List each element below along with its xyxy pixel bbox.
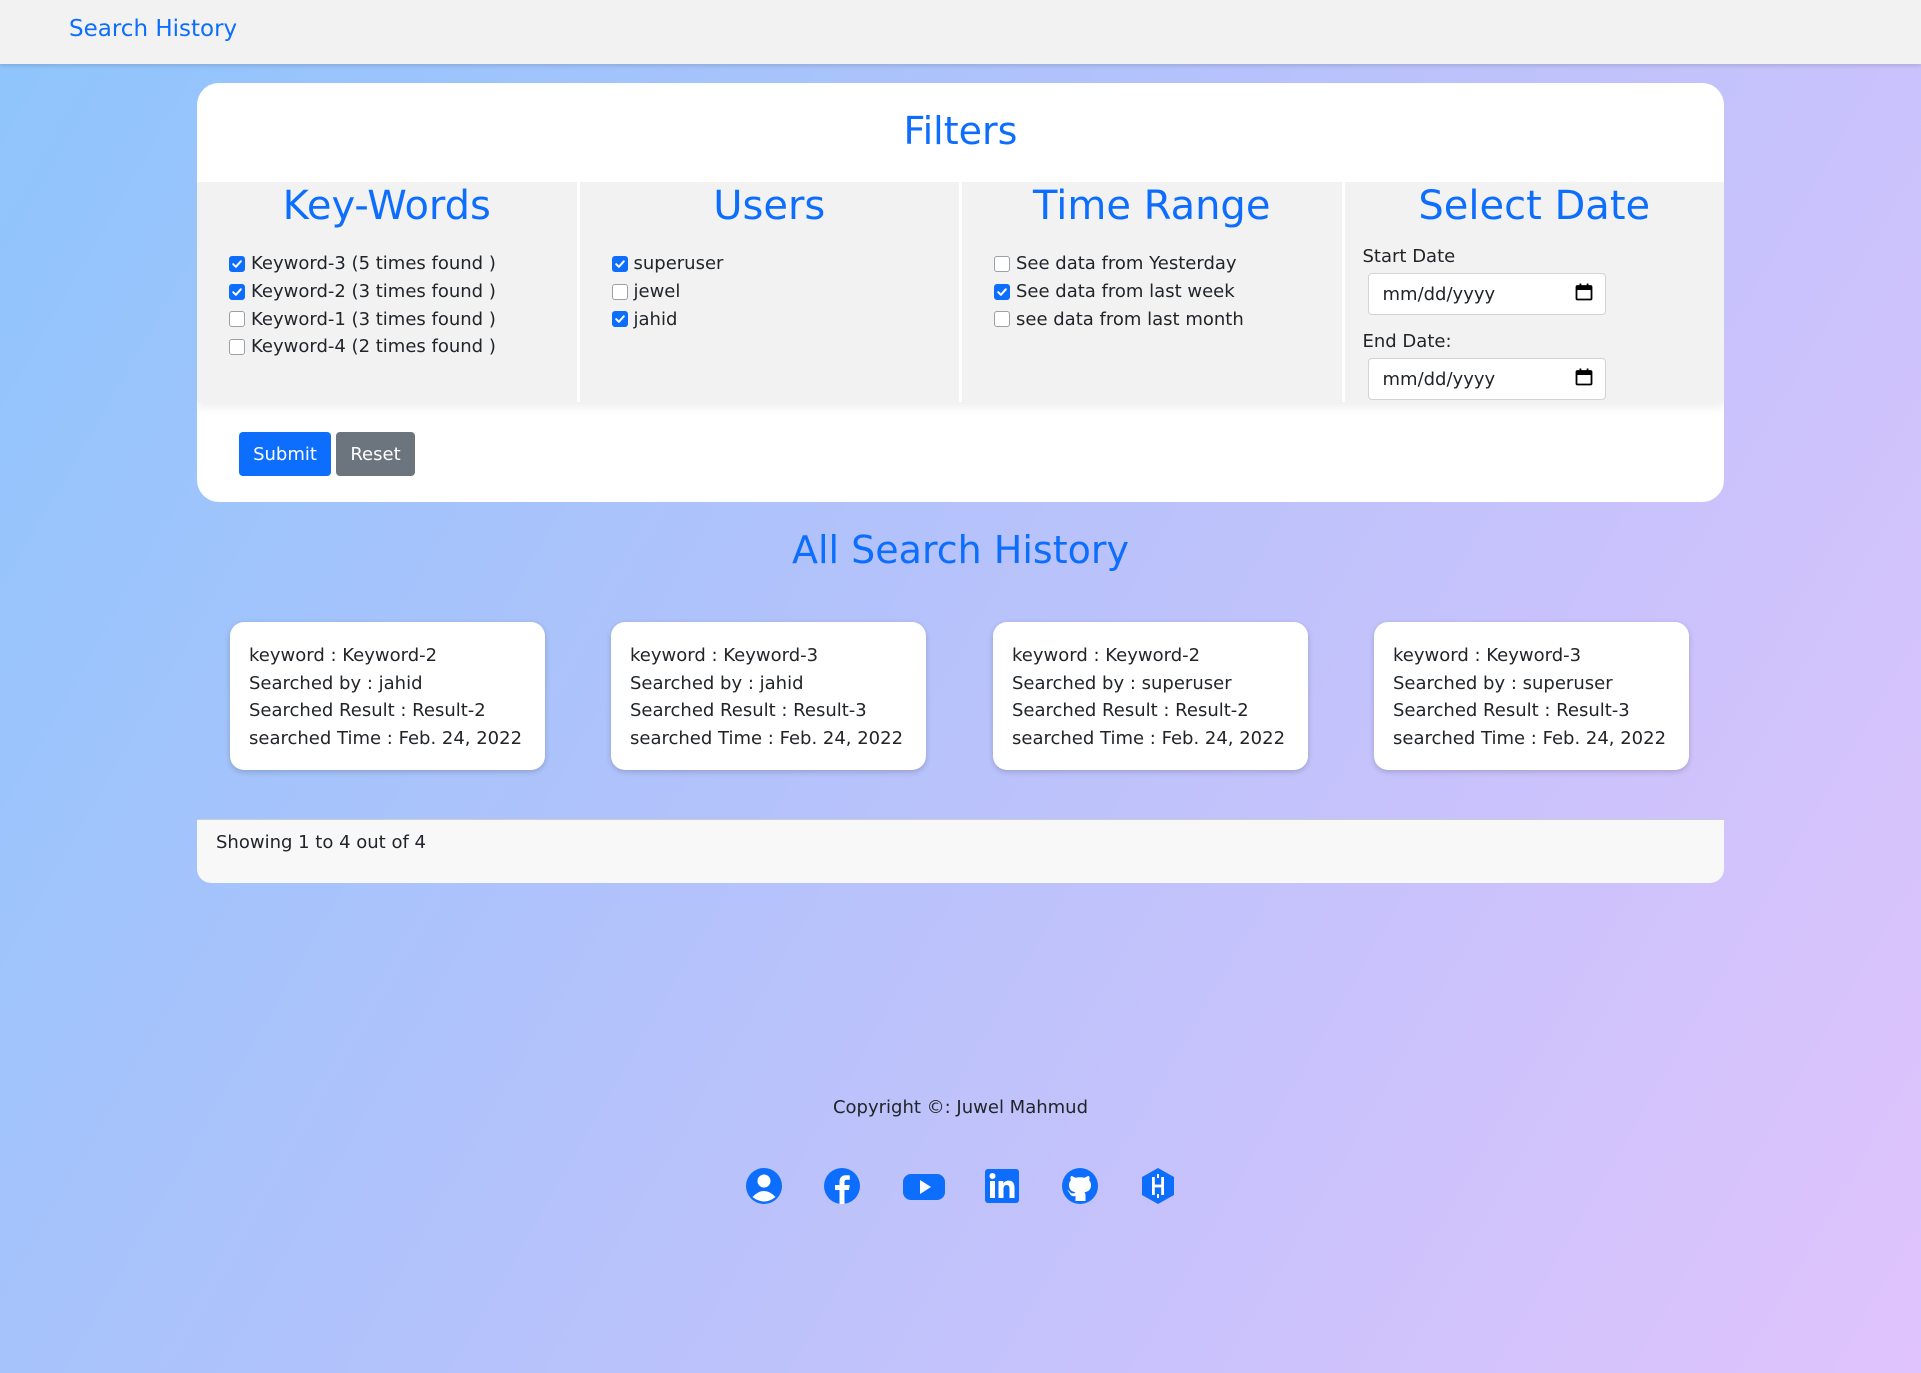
filter-row: Key-Words Keyword-3 (5 times found ) Key… (197, 182, 1724, 402)
option-label: See data from Yesterday (1016, 253, 1237, 275)
history-card: keyword : Keyword-2 Searched by : jahid … (230, 622, 545, 770)
user-checkbox[interactable] (611, 283, 628, 300)
filter-card: Filters Key-Words Keyword-3 (5 times fou… (197, 83, 1724, 502)
card-time: searched Time : Feb. 24, 2022 (249, 728, 523, 750)
hashnode-icon[interactable] (1138, 1166, 1182, 1210)
time-range-checkbox[interactable] (994, 255, 1010, 272)
card-searched-by: Searched by : jahid (630, 672, 804, 694)
keyword-option[interactable]: Keyword-3 (5 times found ) (229, 250, 577, 278)
user-checkbox[interactable] (611, 311, 628, 328)
card-result: Searched Result : Result-3 (630, 700, 867, 722)
keyword-checkbox[interactable] (229, 311, 245, 328)
card-keyword: keyword : Keyword-2 (1012, 645, 1201, 666)
submit-button[interactable]: Submit (239, 432, 331, 476)
end-date-input[interactable]: mm/dd/yyyy (1367, 358, 1606, 400)
reset-button[interactable]: Reset (336, 432, 415, 476)
keyword-option[interactable]: Keyword-1 (3 times found ) (229, 305, 577, 333)
option-label: jahid (633, 308, 678, 330)
time-range-option[interactable]: See data from Yesterday (994, 250, 1342, 278)
keywords-filter: Key-Words Keyword-3 (5 times found ) Key… (197, 182, 577, 402)
time-range-checkbox[interactable] (994, 283, 1010, 300)
user-options: superuser jewel jahid (611, 250, 960, 333)
profile-icon[interactable] (744, 1166, 788, 1210)
time-range-title: Time Range (1033, 183, 1271, 229)
card-searched-by: Searched by : superuser (1393, 672, 1613, 694)
users-title: Users (713, 183, 826, 229)
select-date-filter: Select Date Start Date mm/dd/yyyy End Da… (1344, 182, 1724, 402)
copyright-text: Copyright ©: Juwel Mahmud (832, 1097, 1089, 1118)
calendar-icon[interactable] (1575, 283, 1593, 306)
start-date-input[interactable]: mm/dd/yyyy (1367, 273, 1606, 315)
user-option[interactable]: jahid (611, 305, 960, 333)
keyword-checkbox[interactable] (229, 338, 245, 355)
keyword-checkbox[interactable] (229, 255, 245, 272)
top-navbar: Search History (0, 0, 1921, 64)
facebook-icon[interactable] (822, 1166, 866, 1210)
history-card: keyword : Keyword-3 Searched by : superu… (1374, 622, 1689, 770)
filters-title: Filters (903, 109, 1018, 153)
users-filter: Users superuser jewel jahid (579, 182, 960, 402)
history-card: keyword : Keyword-2 Searched by : superu… (993, 622, 1308, 770)
option-label: jewel (633, 281, 681, 303)
calendar-icon[interactable] (1575, 368, 1593, 391)
user-option[interactable]: jewel (611, 278, 960, 306)
keyword-checkbox[interactable] (229, 283, 245, 300)
option-label: Keyword-3 (5 times found ) (251, 253, 496, 275)
keyword-options: Keyword-3 (5 times found ) Keyword-2 (3 … (229, 250, 577, 361)
option-label: See data from last week (1016, 281, 1235, 303)
pagination-status: Showing 1 to 4 out of 4 (197, 819, 1724, 883)
card-keyword: keyword : Keyword-3 (630, 645, 819, 666)
history-title: All Search History (791, 528, 1129, 572)
keyword-option[interactable]: Keyword-2 (3 times found ) (229, 278, 577, 306)
start-date-label: Start Date (1362, 246, 1456, 267)
card-result: Searched Result : Result-2 (249, 700, 486, 722)
history-card: keyword : Keyword-3 Searched by : jahid … (611, 622, 926, 770)
social-links (740, 1166, 1180, 1210)
user-checkbox[interactable] (611, 255, 628, 272)
start-date-placeholder: mm/dd/yyyy (1382, 283, 1496, 305)
card-keyword: keyword : Keyword-3 (1393, 645, 1582, 666)
keyword-option[interactable]: Keyword-4 (2 times found ) (229, 333, 577, 361)
pagination-text: Showing 1 to 4 out of 4 (216, 832, 426, 853)
card-time: searched Time : Feb. 24, 2022 (1012, 728, 1286, 750)
card-result: Searched Result : Result-2 (1012, 700, 1249, 722)
time-range-checkbox[interactable] (994, 311, 1010, 328)
linkedin-icon[interactable] (982, 1166, 1026, 1210)
time-range-option[interactable]: See data from last week (994, 278, 1342, 306)
card-keyword: keyword : Keyword-2 (249, 645, 438, 666)
option-label: Keyword-2 (3 times found ) (251, 281, 496, 303)
card-result: Searched Result : Result-3 (1393, 700, 1630, 722)
select-date-title: Select Date (1418, 183, 1651, 229)
card-searched-by: Searched by : jahid (249, 672, 423, 694)
end-date-label: End Date: (1362, 331, 1452, 352)
option-label: Keyword-1 (3 times found ) (251, 308, 496, 330)
option-label: superuser (633, 253, 724, 275)
brand-link[interactable]: Search History (69, 16, 237, 42)
card-time: searched Time : Feb. 24, 2022 (1393, 728, 1667, 750)
github-icon[interactable] (1060, 1166, 1104, 1210)
card-time: searched Time : Feb. 24, 2022 (630, 728, 904, 750)
keywords-title: Key-Words (282, 183, 491, 229)
end-date-placeholder: mm/dd/yyyy (1382, 368, 1496, 390)
option-label: Keyword-4 (2 times found ) (251, 336, 496, 358)
youtube-icon[interactable] (902, 1166, 946, 1210)
time-range-filter: Time Range See data from Yesterday See d… (962, 182, 1342, 402)
user-option[interactable]: superuser (611, 250, 960, 278)
time-range-option[interactable]: see data from last month (994, 305, 1342, 333)
card-searched-by: Searched by : superuser (1012, 672, 1232, 694)
time-range-options: See data from Yesterday See data from la… (994, 250, 1342, 333)
option-label: see data from last month (1016, 308, 1244, 330)
